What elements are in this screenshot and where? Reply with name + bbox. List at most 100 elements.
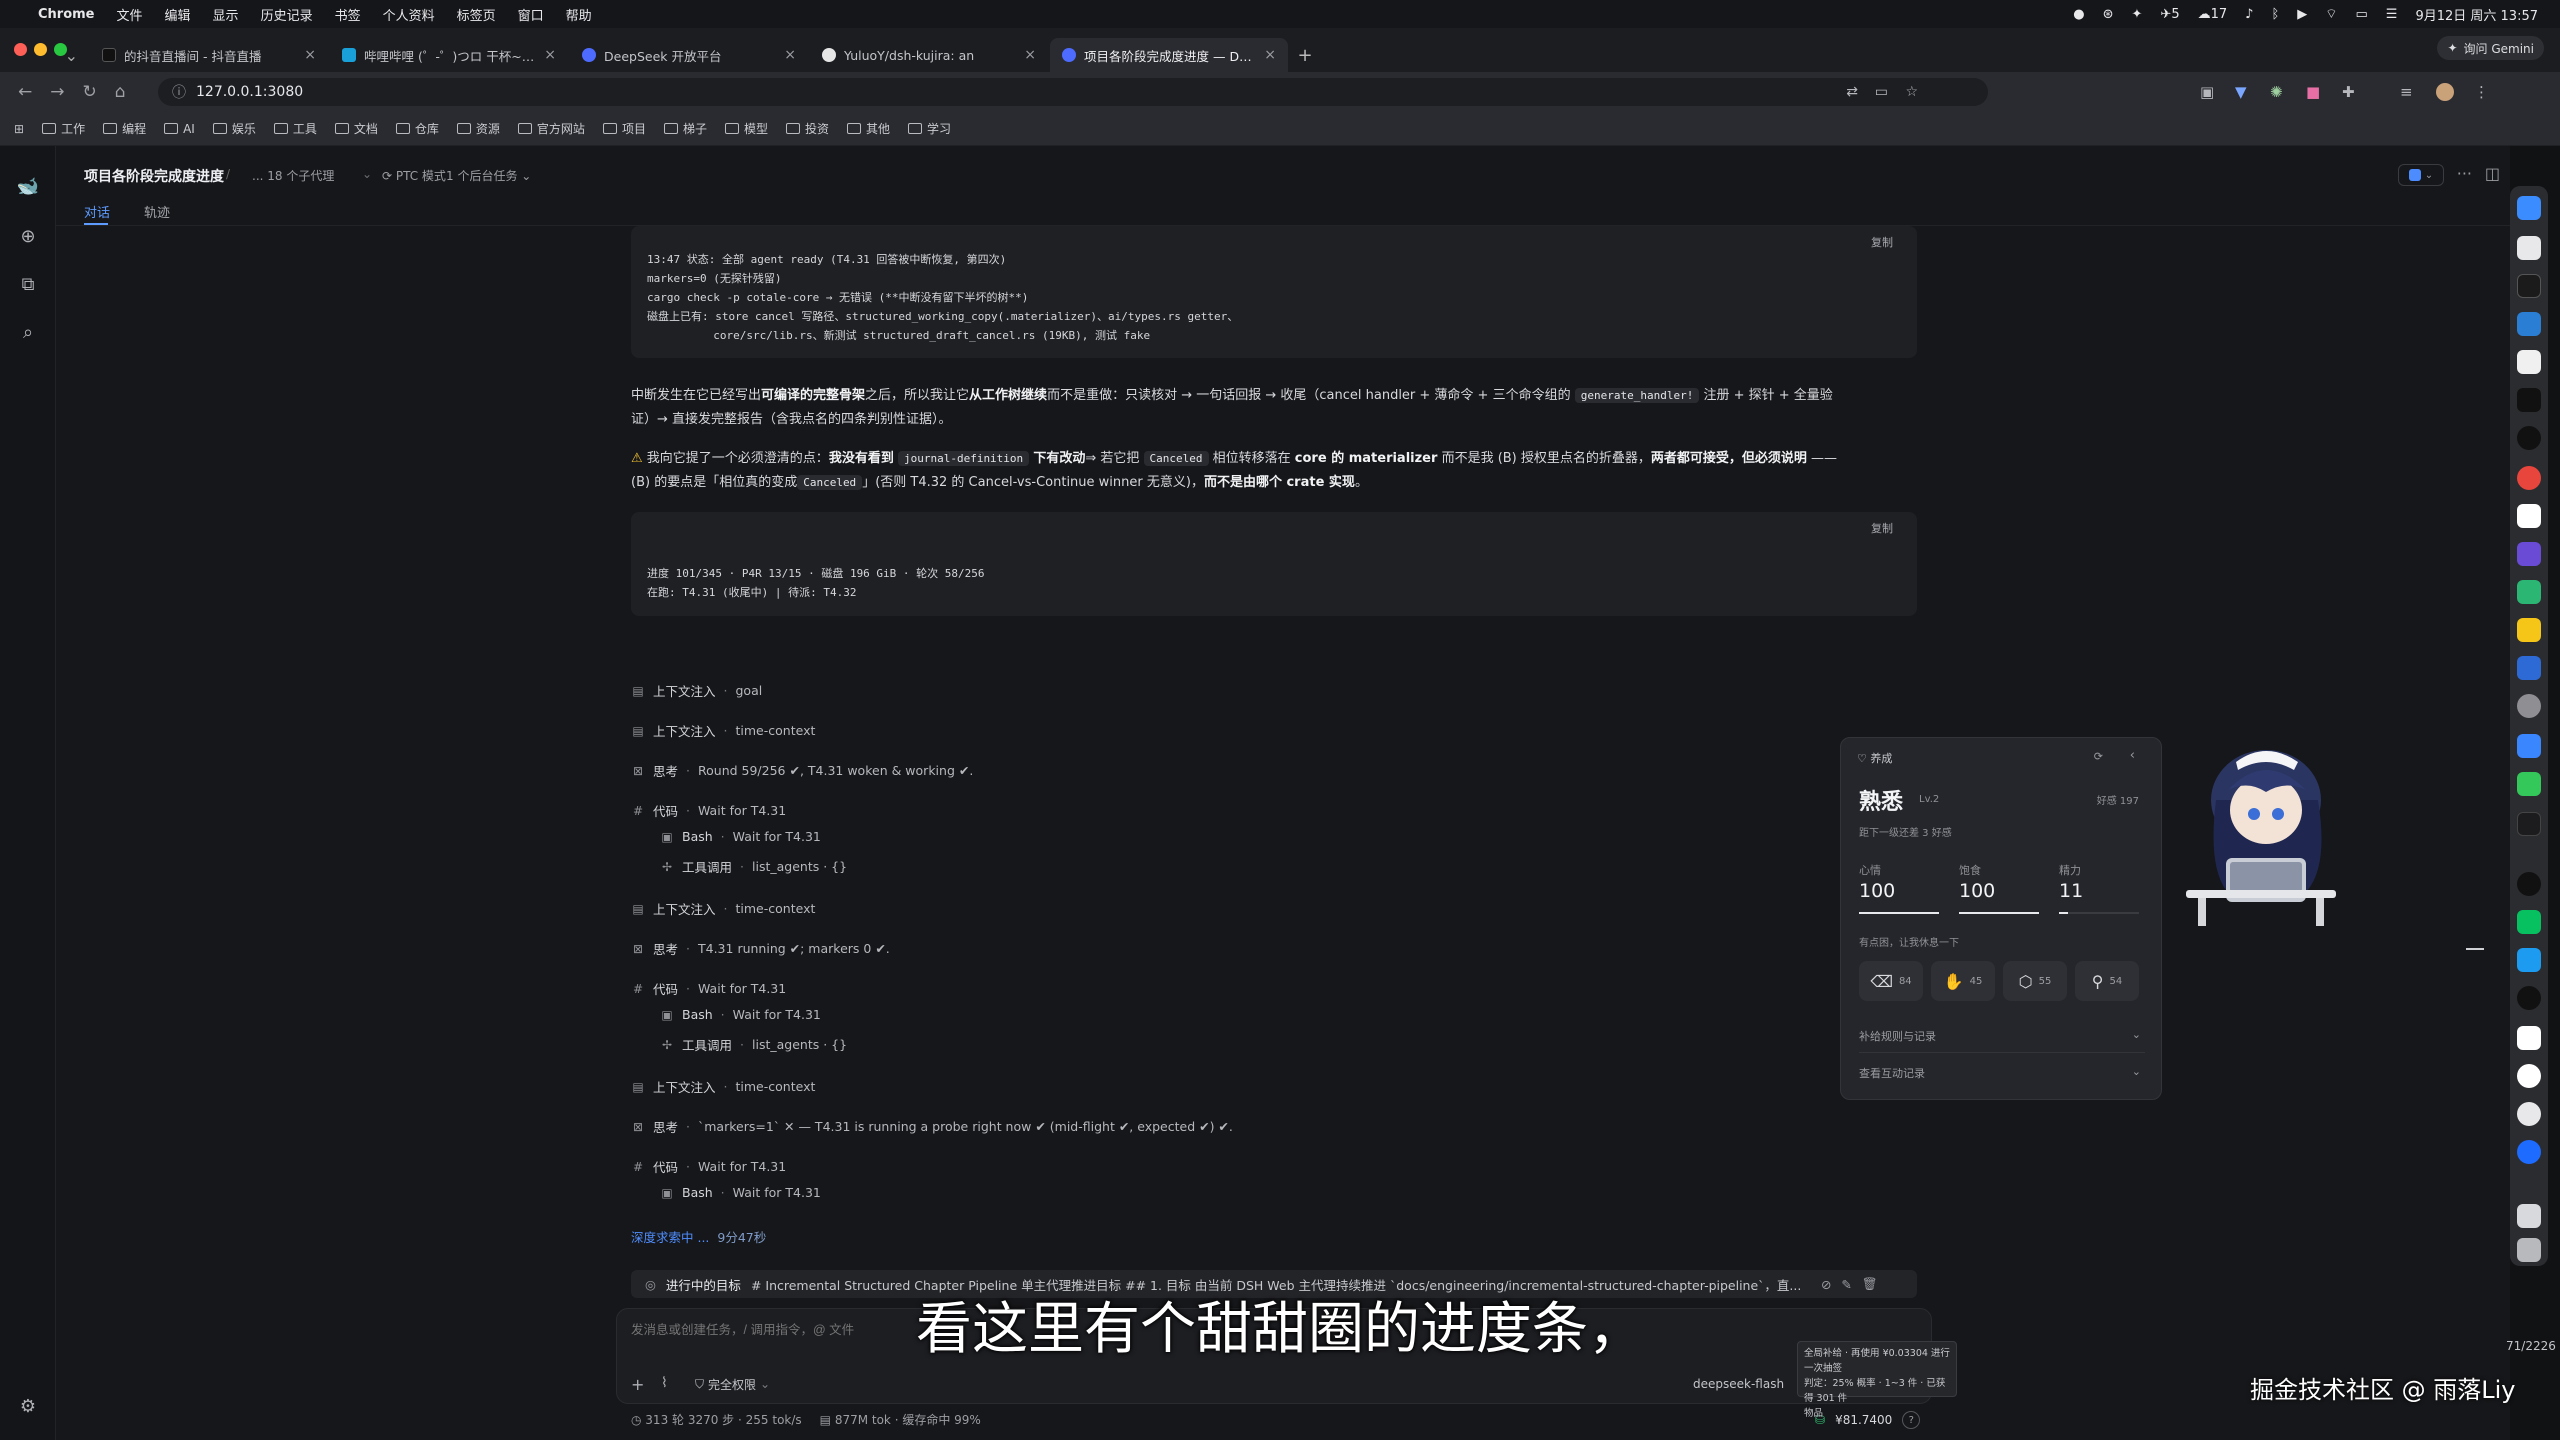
close-tab-icon[interactable]: × <box>1264 47 1276 63</box>
supply-rules-row[interactable]: 补给规则与记录 ⌄ <box>1859 1028 2145 1053</box>
view-mode-dropdown[interactable]: ⌄ <box>2398 164 2444 186</box>
qq-icon[interactable] <box>2517 426 2541 450</box>
tab-track[interactable]: 轨迹 <box>144 202 170 221</box>
menu-bookmarks[interactable]: 书签 <box>335 5 361 24</box>
tab-chat[interactable]: 对话 <box>84 202 110 221</box>
system-settings-icon[interactable] <box>2517 694 2541 718</box>
word-icon[interactable] <box>2517 656 2541 680</box>
close-window-button[interactable] <box>14 43 27 56</box>
launchpad-icon[interactable] <box>2517 236 2541 260</box>
star-icon[interactable]: ☆ <box>1905 84 1918 100</box>
trace-step[interactable]: ▤ 上下文注入 · goal <box>631 681 762 700</box>
trash-icon[interactable] <box>2517 1238 2541 1262</box>
cast-icon[interactable]: ▭ <box>1875 84 1888 100</box>
battery-icon[interactable]: ▭ <box>2356 7 2368 22</box>
bookmark-folder[interactable]: 梯子 <box>663 120 707 137</box>
extension-icon[interactable]: ✺ <box>2270 83 2283 101</box>
paperclip-icon[interactable]: ⌇ <box>661 1375 668 1391</box>
chatgpt-icon[interactable] <box>2517 1102 2541 1126</box>
wifi-icon[interactable]: ⌔ <box>2325 6 2337 22</box>
close-tab-icon[interactable]: × <box>304 47 316 63</box>
site-info-icon[interactable]: ⓘ <box>172 82 186 102</box>
clock[interactable]: 9月12日 周六 13:57 <box>2415 5 2538 24</box>
apps-grid-icon[interactable]: ⊞ <box>14 122 24 136</box>
feed-button[interactable]: ⌫ 84 <box>1859 961 1923 1001</box>
safari-icon[interactable] <box>2517 1140 2541 1164</box>
add-attachment-icon[interactable]: + <box>631 1375 644 1394</box>
bookmark-folder[interactable]: 学习 <box>908 120 951 137</box>
activity-monitor-icon[interactable] <box>2517 388 2541 412</box>
record-icon[interactable]: ● <box>2073 7 2084 22</box>
qq-icon[interactable] <box>2517 872 2541 896</box>
trace-substep[interactable]: ▣ Bash · Wait for T4.31 <box>660 1185 821 1200</box>
vscode-icon[interactable] <box>2517 312 2541 336</box>
mail-icon[interactable] <box>2517 734 2541 758</box>
menu-help[interactable]: 帮助 <box>566 5 592 24</box>
trace-step[interactable]: ⊠ 思考 · T4.31 running ✔; markers 0 ✔. <box>631 939 890 958</box>
gift-button[interactable]: ⬡ 55 <box>2003 961 2067 1001</box>
notion-icon[interactable] <box>2517 504 2541 528</box>
extension-icon[interactable]: ▣ <box>2200 83 2214 101</box>
tab-search-chevron-icon[interactable]: ⌄ <box>0 38 90 72</box>
tab-github[interactable]: YuluoY/dsh-kujira: an × <box>810 38 1048 72</box>
bookmark-folder[interactable]: 文档 <box>334 120 378 137</box>
reload-icon[interactable]: ↻ <box>83 82 97 102</box>
avatar[interactable] <box>2436 83 2454 101</box>
tasks-icon[interactable]: ⧉ <box>16 274 40 298</box>
bookmark-folder[interactable]: 编程 <box>103 120 146 137</box>
zoom-window-button[interactable] <box>54 43 67 56</box>
tab-deepseek-platform[interactable]: DeepSeek 开放平台 × <box>570 38 808 72</box>
bookmark-folder[interactable]: 项目 <box>602 120 646 137</box>
cursor-app-icon[interactable] <box>2517 350 2541 374</box>
notes-icon[interactable] <box>2517 618 2541 642</box>
reading-list-icon[interactable]: ≡ <box>2400 83 2413 101</box>
trace-step[interactable]: ▤ 上下文注入 · time-context <box>631 899 815 918</box>
settings-gear-icon[interactable]: ⚙ <box>16 1396 40 1420</box>
menu-profiles[interactable]: 个人资料 <box>383 5 435 24</box>
trace-step[interactable]: # 代码 · Wait for T4.31 <box>631 979 786 998</box>
bookmark-folder[interactable]: 工具 <box>273 120 317 137</box>
trace-substep[interactable]: ✢ 工具调用 · list_agents · {} <box>660 1035 847 1054</box>
stocks-icon[interactable] <box>2517 812 2541 836</box>
bookmark-folder[interactable]: 工作 <box>42 120 85 137</box>
permission-dropdown[interactable]: ⛉ 完全权限 ⌄ <box>687 1373 778 1395</box>
trace-step[interactable]: ▤ 上下文注入 · time-context <box>631 1077 815 1096</box>
control-center-icon[interactable]: ☰ <box>2386 7 2398 22</box>
chrome-icon[interactable] <box>2517 466 2541 490</box>
tab-bilibili[interactable]: 哔哩哔哩 (゜-゜)つロ 干杯~-bi × <box>330 38 568 72</box>
feishu-icon[interactable] <box>2517 948 2541 972</box>
trace-step[interactable]: ▤ 上下文注入 · time-context <box>631 721 815 740</box>
play-store-icon[interactable] <box>2517 580 2541 604</box>
ask-gemini-button[interactable]: ✦ 询问 Gemini <box>2437 36 2544 60</box>
vue-devtools-icon[interactable]: ▼ <box>2235 83 2247 101</box>
new-tab-button[interactable]: + <box>1290 38 1320 72</box>
menu-tabs[interactable]: 标签页 <box>457 5 496 24</box>
wechat-icon[interactable] <box>2517 910 2541 934</box>
subagents-dropdown[interactable]: ... 18 个子代理 <box>252 167 334 184</box>
pet-button[interactable]: ✋ 45 <box>1931 961 1995 1001</box>
whale-logo-icon[interactable]: 🐋 <box>16 176 40 200</box>
translate-icon[interactable]: ⇄ <box>1846 84 1858 100</box>
openai-icon[interactable]: ⊛ <box>2103 7 2114 22</box>
bookmark-folder[interactable]: 模型 <box>724 120 768 137</box>
obsidian-icon[interactable] <box>2517 542 2541 566</box>
bird-icon[interactable]: ✈5 <box>2160 7 2179 22</box>
bookmark-folder[interactable]: 官方网站 <box>517 120 585 137</box>
puzzle-icon[interactable]: ✚ <box>2342 83 2355 101</box>
extension-icon[interactable]: ■ <box>2306 83 2320 101</box>
chevron-left-icon[interactable]: ‹ <box>2130 748 2135 763</box>
close-tab-icon[interactable]: × <box>1024 47 1036 63</box>
mascot-character-image[interactable] <box>2166 730 2366 930</box>
trace-step[interactable]: # 代码 · Wait for T4.31 <box>631 1157 786 1176</box>
copy-button[interactable]: 复制 <box>1871 234 1893 253</box>
bookmark-folder[interactable]: 投资 <box>785 120 829 137</box>
play-icon[interactable]: ▶ <box>2297 7 2307 22</box>
forward-icon[interactable]: → <box>50 82 64 102</box>
edit-pencil-icon[interactable]: ✎ <box>1841 1277 1851 1292</box>
pause-circle-icon[interactable]: ⊘ <box>1821 1277 1831 1292</box>
toggle-panel-icon[interactable]: ◫ <box>2485 164 2500 183</box>
close-tab-icon[interactable]: × <box>544 47 556 63</box>
refresh-icon[interactable]: ⟳ <box>2094 750 2103 763</box>
bookmark-folder[interactable]: 其他 <box>847 120 890 137</box>
menu-chrome[interactable]: Chrome <box>38 7 95 22</box>
